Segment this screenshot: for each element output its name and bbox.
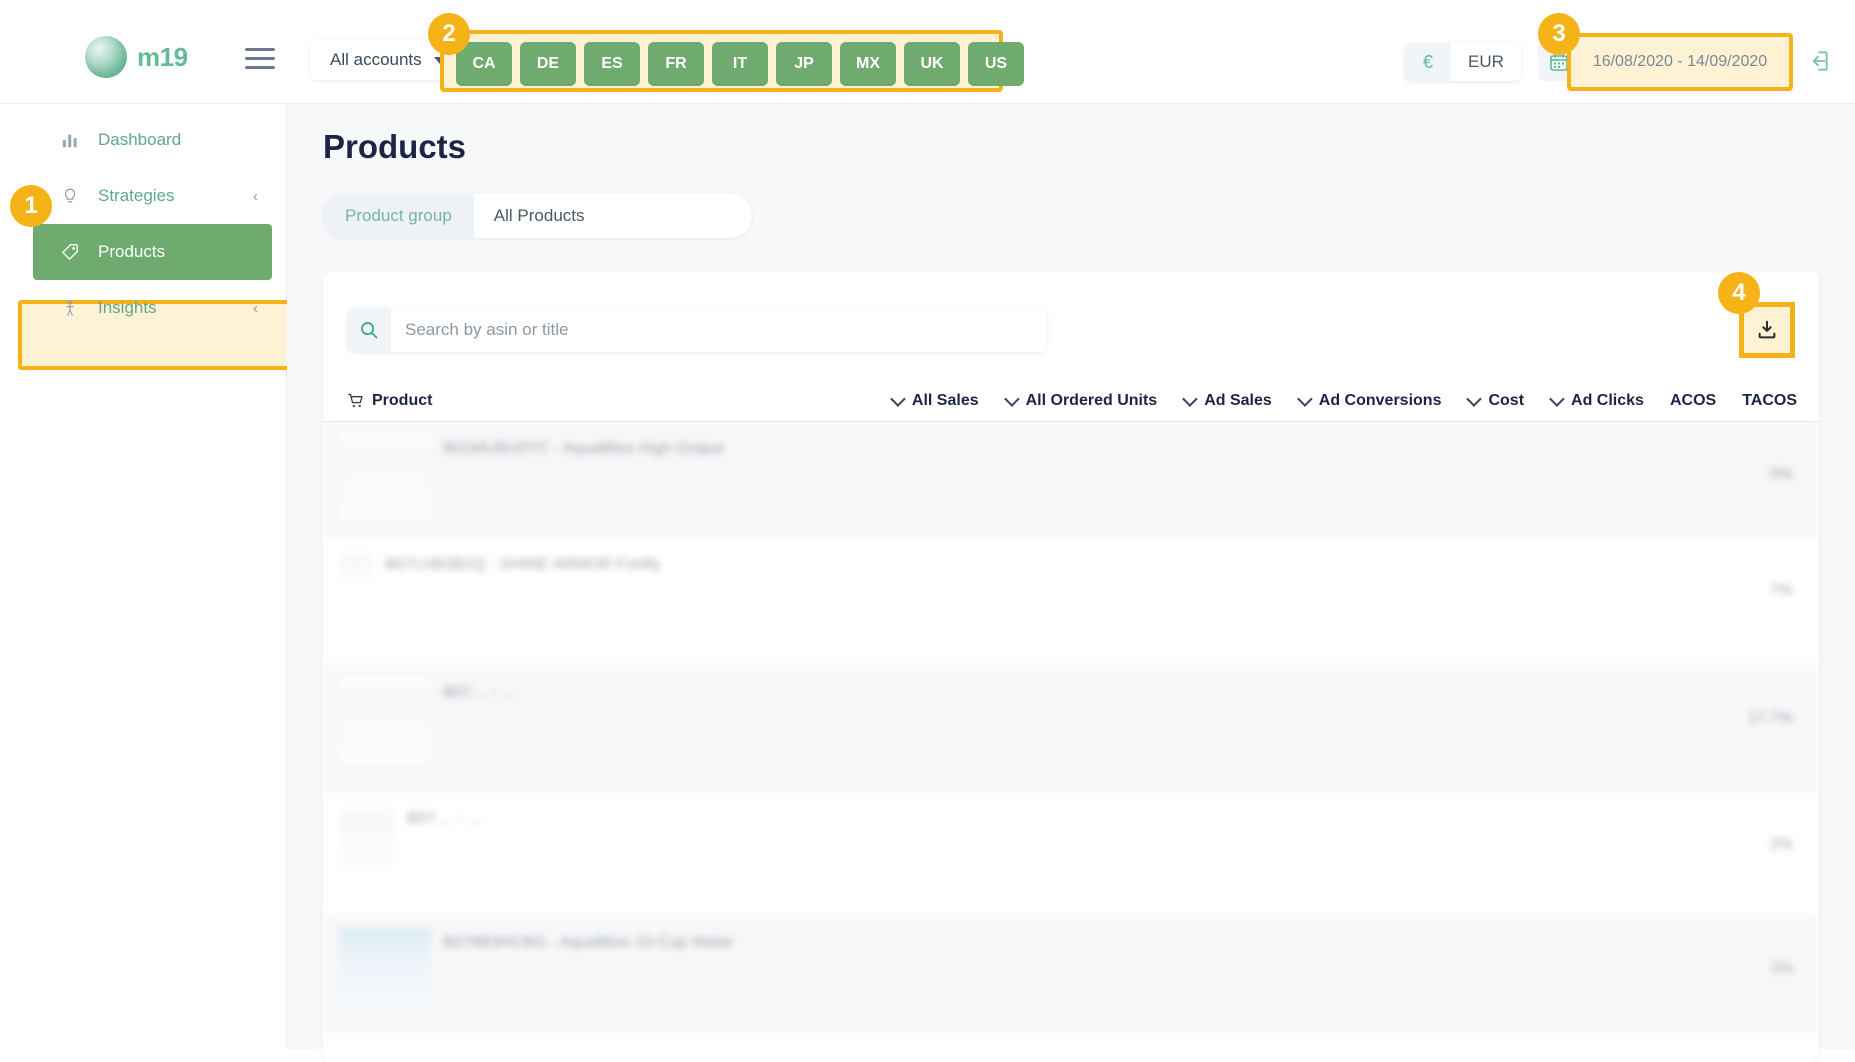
table-row[interactable]: B07… - … 2% bbox=[323, 792, 1819, 916]
sidebar: Dashboard Strategies ‹ Products Insights ‹ bbox=[0, 104, 300, 1049]
marketplace-button-it[interactable]: IT bbox=[712, 42, 768, 86]
download-button[interactable] bbox=[1745, 308, 1789, 352]
chevron-left-icon[interactable]: ‹ bbox=[253, 188, 258, 205]
product-thumbnail bbox=[339, 928, 431, 1014]
sphere-logo-icon bbox=[85, 36, 127, 78]
sidebar-item-dashboard[interactable]: Dashboard bbox=[0, 112, 286, 168]
column-tacos[interactable]: TACOS bbox=[1742, 392, 1797, 410]
table-row[interactable]: B01MUBU0YC - AquaBliss High Output 0% bbox=[323, 422, 1819, 538]
cart-icon bbox=[348, 393, 363, 408]
table-header: Product All Sales All Ordered Units Ad Sal… bbox=[323, 380, 1819, 422]
product-thumbnail bbox=[339, 434, 431, 520]
chevron-left-icon[interactable]: ‹ bbox=[253, 300, 258, 317]
annotation-badge-2: 2 bbox=[428, 13, 470, 55]
product-title: B07LHB3B2Q - SHINE ARMOR Fortify bbox=[385, 556, 661, 573]
insights-icon bbox=[60, 298, 80, 318]
marketplace-button-es[interactable]: ES bbox=[584, 42, 640, 86]
currency-toggle[interactable]: € EUR bbox=[1405, 43, 1521, 81]
column-cost[interactable]: Cost bbox=[1467, 392, 1524, 410]
column-product[interactable]: Product bbox=[347, 392, 432, 410]
column-all-sales[interactable]: All Sales bbox=[891, 392, 979, 410]
column-acos[interactable]: ACOS bbox=[1670, 392, 1716, 410]
column-label: Cost bbox=[1488, 391, 1525, 409]
product-title: B078B3HCBG - AquaBliss 10-Cup Water bbox=[443, 934, 735, 951]
column-label: ACOS bbox=[1669, 391, 1717, 409]
tag-icon bbox=[60, 242, 80, 262]
sidebar-item-label: Strategies bbox=[98, 186, 175, 205]
products-card: Product All Sales All Ordered Units Ad Sal… bbox=[323, 272, 1819, 1062]
marketplace-button-uk[interactable]: UK bbox=[904, 42, 960, 86]
logout-icon[interactable] bbox=[1805, 48, 1831, 79]
column-all-ordered-units[interactable]: All Ordered Units bbox=[1005, 392, 1158, 410]
product-group-label: Product group bbox=[323, 194, 474, 238]
search-bar bbox=[347, 308, 1047, 352]
column-ad-clicks[interactable]: Ad Clicks bbox=[1550, 392, 1644, 410]
marketplace-button-ca[interactable]: CA bbox=[456, 42, 512, 86]
column-label: Ad Sales bbox=[1204, 391, 1272, 409]
lightbulb-icon bbox=[60, 186, 80, 206]
tacos-value: 1% bbox=[1769, 960, 1793, 977]
brand-logo[interactable]: m19 bbox=[85, 36, 188, 78]
product-thumbnail bbox=[339, 678, 431, 764]
column-label: All Sales bbox=[911, 391, 979, 409]
marketplace-button-mx[interactable]: MX bbox=[840, 42, 896, 86]
currency-code[interactable]: EUR bbox=[1451, 43, 1521, 81]
hamburger-icon[interactable] bbox=[245, 48, 275, 70]
column-label: Ad Clicks bbox=[1571, 391, 1644, 409]
brand-name: m19 bbox=[137, 41, 188, 72]
page-title: Products bbox=[323, 128, 467, 165]
marketplace-button-de[interactable]: DE bbox=[520, 42, 576, 86]
tacos-value: 2% bbox=[1769, 836, 1793, 853]
column-ad-conversions[interactable]: Ad Conversions bbox=[1298, 392, 1442, 410]
search-input[interactable] bbox=[391, 308, 1047, 352]
product-group-value[interactable]: All Products bbox=[473, 194, 752, 238]
top-bar: m19 All accounts CA DE ES FR IT JP MX UK US € EU… bbox=[0, 0, 1855, 104]
column-label: Ad Conversions bbox=[1318, 391, 1442, 409]
main-content: Products Product group All Products Sear… bbox=[287, 104, 1855, 1062]
marketplace-button-fr[interactable]: FR bbox=[648, 42, 704, 86]
bar-chart-icon bbox=[60, 130, 80, 150]
table-row[interactable]: B078B3HCBG - AquaBliss 10-Cup Water 1% bbox=[323, 916, 1819, 1032]
currency-symbol[interactable]: € bbox=[1405, 43, 1451, 81]
sidebar-item-label: Insights bbox=[98, 298, 157, 317]
product-title: B01MUBU0YC - AquaBliss High Output bbox=[443, 440, 725, 457]
sidebar-item-products[interactable]: Products bbox=[33, 224, 272, 280]
sidebar-item-insights[interactable]: Insights ‹ bbox=[0, 280, 286, 336]
product-group-selector: Product group All Products bbox=[323, 194, 752, 238]
date-range-field[interactable]: 16/08/2020 - 14/09/2020 bbox=[1580, 43, 1780, 81]
product-thumbnail bbox=[339, 550, 373, 580]
annotation-badge-1: 1 bbox=[10, 185, 52, 227]
product-thumbnail bbox=[339, 804, 395, 866]
annotation-badge-3: 3 bbox=[1538, 13, 1580, 55]
tacos-value: 17.7% bbox=[1747, 710, 1793, 727]
table-body: B01MUBU0YC - AquaBliss High Output 0% B07L… bbox=[323, 422, 1819, 1062]
column-ad-sales[interactable]: Ad Sales bbox=[1183, 392, 1272, 410]
search-icon bbox=[347, 308, 391, 352]
tacos-value: 7% bbox=[1769, 582, 1793, 599]
marketplace-button-jp[interactable]: JP bbox=[776, 42, 832, 86]
product-title: B07… - … bbox=[407, 810, 482, 827]
column-label: All Ordered Units bbox=[1025, 391, 1158, 409]
table-row[interactable]: B07… - … 17.7% bbox=[323, 666, 1819, 792]
tacos-value: 0% bbox=[1769, 466, 1793, 483]
marketplace-button-us[interactable]: US bbox=[968, 42, 1024, 86]
table-row[interactable]: B07LHB3B2Q - SHINE ARMOR Fortify 7% bbox=[323, 538, 1819, 666]
sidebar-item-label: Dashboard bbox=[98, 130, 182, 149]
marketplace-buttons: CA DE ES FR IT JP MX UK US bbox=[448, 36, 1032, 92]
annotation-badge-4: 4 bbox=[1718, 272, 1760, 314]
accounts-dropdown-label: All accounts bbox=[330, 50, 422, 69]
column-product-label: Product bbox=[372, 391, 433, 409]
product-title: B07… - … bbox=[443, 684, 518, 701]
sidebar-item-label: Products bbox=[98, 242, 166, 261]
column-label: TACOS bbox=[1742, 391, 1797, 409]
